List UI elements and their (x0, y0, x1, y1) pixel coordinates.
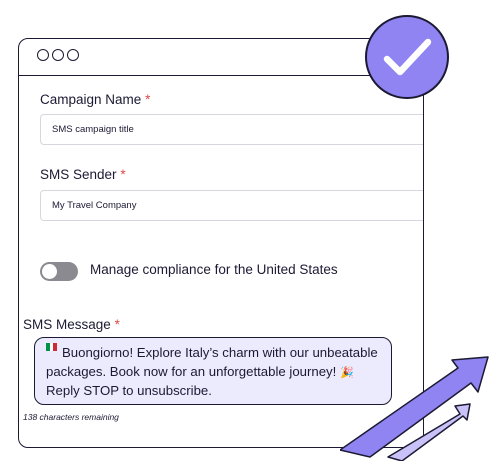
required-asterisk: * (120, 167, 126, 182)
toggle-knob (42, 264, 57, 279)
sms-opt-out-text: Reply STOP to unsubscribe. (46, 383, 212, 398)
window-control-dot[interactable] (52, 49, 64, 61)
campaign-name-label: Campaign Name * (40, 92, 150, 107)
compliance-toggle[interactable] (40, 262, 78, 281)
italy-flag-icon (46, 343, 57, 351)
required-asterisk: * (145, 92, 151, 107)
checkmark-icon (365, 15, 449, 99)
sms-message-text: Buongiorno! Explore Italy’s charm with o… (46, 345, 378, 379)
characters-remaining: 138 characters remaining (23, 412, 119, 422)
window-control-dot[interactable] (37, 49, 49, 61)
campaign-name-value: SMS campaign title (52, 124, 134, 135)
sms-sender-value: My Travel Company (52, 200, 137, 211)
checkmark-icon-glyph (383, 38, 432, 76)
campaign-name-input[interactable]: SMS campaign title (40, 114, 423, 145)
sms-message-label: SMS Message * (23, 317, 120, 332)
window-titlebar (19, 39, 423, 76)
sms-message-label-text: SMS Message (23, 317, 111, 332)
window-control-dot[interactable] (67, 49, 79, 61)
flag-stripe-red (53, 343, 57, 351)
sms-sender-label: SMS Sender * (40, 167, 126, 182)
sms-message-textarea[interactable]: Buongiorno! Explore Italy’s charm with o… (34, 337, 392, 405)
compliance-label: Manage compliance for the United States (90, 262, 338, 277)
sms-sender-label-text: SMS Sender (40, 167, 117, 182)
growth-arrows-icon (340, 356, 489, 461)
required-asterisk: * (114, 317, 120, 332)
campaign-name-label-text: Campaign Name (40, 92, 142, 107)
sms-sender-input[interactable]: My Travel Company (40, 190, 423, 221)
